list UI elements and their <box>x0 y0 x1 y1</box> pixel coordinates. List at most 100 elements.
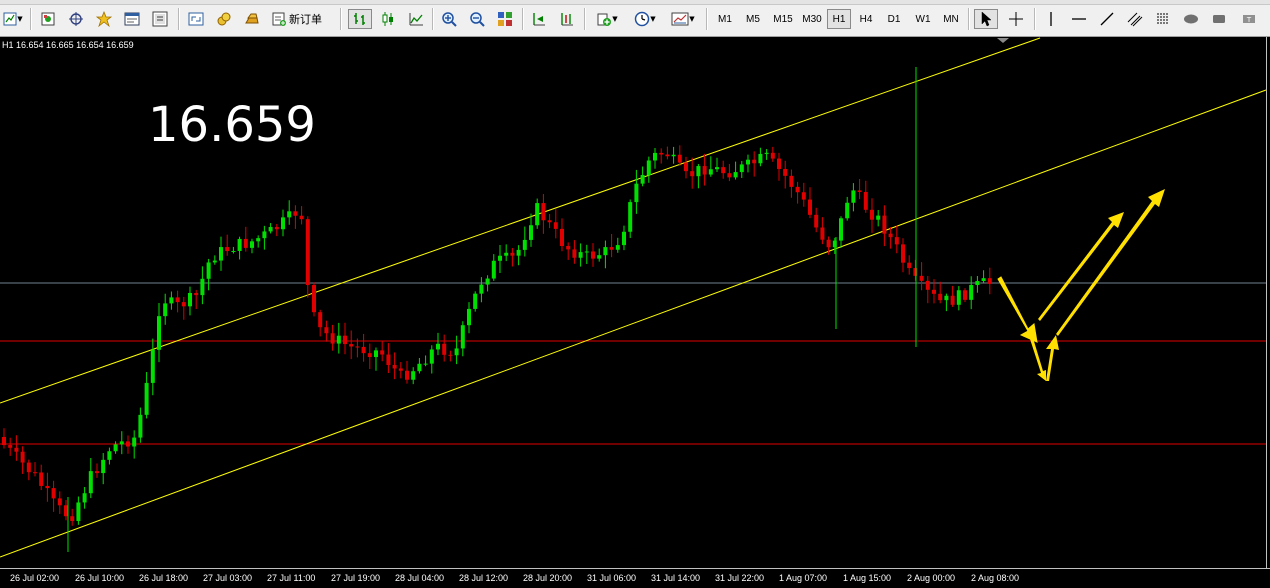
candle-body <box>157 316 161 350</box>
candle-body <box>454 348 459 356</box>
candle-body <box>324 327 329 334</box>
new-chart-button[interactable]: ▼ <box>0 9 26 29</box>
timeframe-m5[interactable]: M5 <box>741 9 765 29</box>
bar-chart-button[interactable] <box>348 9 372 29</box>
candle-body <box>944 295 949 301</box>
candle-body <box>839 218 843 241</box>
timeframe-h4[interactable]: H4 <box>854 9 878 29</box>
candlestick-button[interactable] <box>376 9 400 29</box>
vertical-line-button[interactable] <box>1040 9 1062 29</box>
candle-body <box>739 164 744 173</box>
toolbar: ▼ 新订单 ▼ ▼ ▼ M1 M5 M15 M30 H1 H4 D1 W1 MN… <box>0 0 1270 37</box>
candle-body <box>194 292 199 296</box>
timeframe-m1[interactable]: M1 <box>713 9 737 29</box>
candle-body <box>274 227 279 230</box>
indicators-button[interactable]: ▼ <box>590 9 624 29</box>
timeframe-mn[interactable]: MN <box>938 9 964 29</box>
fullscreen-button[interactable] <box>186 9 206 29</box>
zoom-in-icon <box>441 11 457 27</box>
tile-windows-button[interactable] <box>494 9 516 29</box>
candle-body <box>485 278 490 285</box>
candle-body <box>696 166 701 177</box>
candle-body <box>659 152 664 155</box>
price-axis[interactable] <box>1266 37 1270 568</box>
chart-shift-icon <box>559 11 575 27</box>
new-order-button[interactable]: 新订单 <box>268 9 332 29</box>
crosshair-button[interactable] <box>1004 9 1028 29</box>
candle-body <box>287 211 292 218</box>
cursor-button[interactable] <box>974 9 998 29</box>
tile-windows-icon <box>497 11 513 27</box>
candle-body <box>405 370 409 380</box>
zoom-in-button[interactable] <box>438 9 460 29</box>
candle-body <box>938 293 943 301</box>
star-icon <box>96 11 112 27</box>
zoom-out-button[interactable] <box>466 9 488 29</box>
timeframe-h1[interactable]: H1 <box>827 9 851 29</box>
periods-button[interactable]: ▼ <box>628 9 662 29</box>
candle-body <box>913 268 918 276</box>
candle-body <box>374 350 378 358</box>
candle-body <box>622 231 626 246</box>
text-label-button[interactable]: T <box>1238 9 1260 29</box>
candle-body <box>479 284 484 294</box>
clock-icon <box>634 11 650 27</box>
crosshair-nav-button[interactable] <box>66 9 86 29</box>
time-label: 31 Jul 22:00 <box>715 573 765 583</box>
candle-body <box>138 414 143 438</box>
channel-icon <box>1127 11 1143 27</box>
chart-area[interactable]: H1 16.654 16.665 16.654 16.659 16.659 <box>0 37 1270 568</box>
mt4-window: ▼ 新订单 ▼ ▼ ▼ M1 M5 M15 M30 H1 H4 D1 W1 MN… <box>0 0 1270 588</box>
candle-body <box>262 231 267 239</box>
candle-body <box>987 278 992 284</box>
candle-body <box>963 290 967 300</box>
trendline-button[interactable] <box>1096 9 1118 29</box>
time-label: 26 Jul 10:00 <box>75 573 125 583</box>
candle-body <box>8 445 13 448</box>
chart-shift-button[interactable] <box>556 9 578 29</box>
candle-body <box>634 183 639 203</box>
profiles-button[interactable] <box>38 9 58 29</box>
candle-body <box>305 219 310 286</box>
candle-body <box>281 217 285 230</box>
timeframe-d1[interactable]: D1 <box>882 9 906 29</box>
autotrading-button[interactable] <box>242 9 262 29</box>
horizontal-line-button[interactable] <box>1068 9 1090 29</box>
candle-body <box>231 250 236 252</box>
candle-body <box>2 437 6 446</box>
timeframe-m15[interactable]: M15 <box>769 9 797 29</box>
candle-body <box>429 349 434 364</box>
channel-button[interactable] <box>1124 9 1146 29</box>
candle-body <box>708 169 713 175</box>
candle-body <box>522 239 527 250</box>
rectangle-button[interactable] <box>1208 9 1230 29</box>
ohlc-period: H1 <box>2 40 14 50</box>
terminal-button[interactable] <box>122 9 142 29</box>
time-label: 26 Jul 02:00 <box>10 573 60 583</box>
candle-body <box>126 441 130 447</box>
time-label: 31 Jul 14:00 <box>651 573 701 583</box>
candle-body <box>770 152 775 159</box>
timeframe-w1[interactable]: W1 <box>910 9 936 29</box>
new-order-icon <box>271 11 287 27</box>
candle-body <box>721 167 726 174</box>
text-label-icon: T <box>1241 11 1257 27</box>
line-chart-button[interactable] <box>404 9 428 29</box>
timeframe-m30[interactable]: M30 <box>799 9 825 29</box>
favorites-button[interactable] <box>94 9 114 29</box>
candle-body <box>783 168 788 176</box>
candle-body <box>243 238 248 248</box>
candle-body <box>808 199 812 215</box>
ellipse-icon <box>1183 11 1199 27</box>
templates-button[interactable]: ▼ <box>666 9 700 29</box>
strategy-tester-button[interactable] <box>150 9 170 29</box>
candle-body <box>417 363 422 372</box>
ellipse-button[interactable] <box>1180 9 1202 29</box>
candle-body <box>591 251 595 259</box>
fibonacci-button[interactable] <box>1152 9 1174 29</box>
candle-body <box>615 245 620 250</box>
candle-body <box>609 247 614 250</box>
expert-advisors-button[interactable] <box>214 9 234 29</box>
candle-body <box>653 152 657 161</box>
auto-scroll-button[interactable] <box>528 9 550 29</box>
